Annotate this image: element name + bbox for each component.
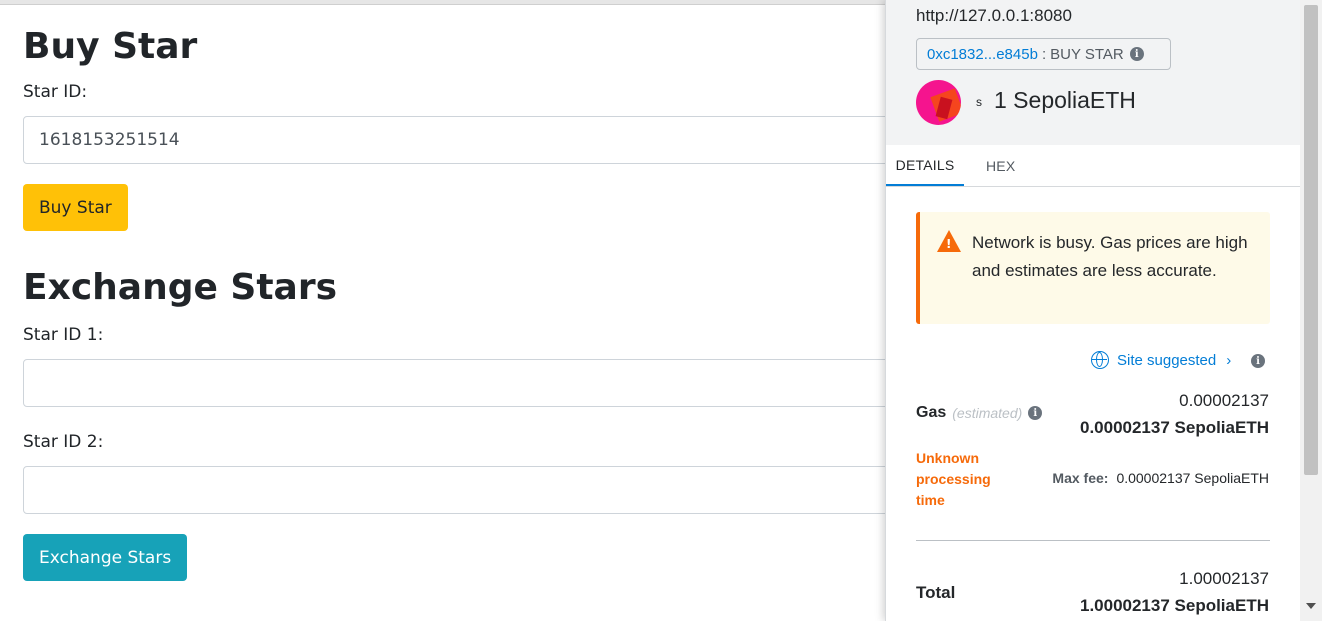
method-name: BUY STAR	[1050, 45, 1124, 63]
gas-row-label: Gas (estimated) i	[916, 404, 1043, 422]
scrollbar-thumb[interactable]	[1304, 5, 1318, 475]
tab-details[interactable]: DETAILS	[886, 145, 964, 186]
transaction-amount: 1 SepoliaETH	[994, 87, 1136, 113]
globe-icon	[1091, 351, 1109, 369]
scroll-down-arrow-icon[interactable]	[1306, 603, 1316, 609]
max-fee-label: Max fee:	[1052, 470, 1109, 486]
network-busy-alert: ! Network is busy. Gas prices are high a…	[916, 212, 1270, 324]
buy-star-heading: Buy Star	[23, 26, 198, 67]
site-suggested-link[interactable]: Site suggested ›	[1091, 351, 1231, 369]
metamask-popup: http://127.0.0.1:8080 0xc1832...e845b : …	[885, 0, 1322, 621]
buy-star-button[interactable]: Buy Star	[23, 184, 128, 231]
gas-label: Gas	[916, 404, 947, 421]
divider	[916, 540, 1270, 541]
info-icon[interactable]: i	[1028, 406, 1043, 420]
warning-exclamation: !	[946, 237, 952, 251]
star-id-2-input[interactable]	[23, 466, 923, 514]
tab-hex[interactable]: HEX	[986, 145, 1015, 186]
gas-value-with-unit: 0.00002137 SepoliaETH	[1079, 418, 1269, 437]
star-id-label: Star ID:	[23, 82, 88, 102]
max-fee-row: Max fee: 0.00002137 SepoliaETH	[1052, 470, 1269, 486]
popup-scrollbar[interactable]	[1300, 0, 1322, 621]
star-id-1-input[interactable]	[23, 359, 923, 407]
gas-estimated-label: (estimated)	[952, 405, 1023, 421]
popup-header: http://127.0.0.1:8080 0xc1832...e845b : …	[886, 0, 1300, 145]
contract-address-link[interactable]: 0xc1832...e845b	[927, 46, 1038, 63]
star-id-1-label: Star ID 1:	[23, 325, 104, 345]
pill-separator: :	[1041, 45, 1047, 63]
site-origin: http://127.0.0.1:8080	[916, 6, 1072, 25]
processing-time-status: Unknown processing time	[916, 450, 991, 508]
info-icon[interactable]: i	[1129, 47, 1144, 61]
account-avatar	[916, 80, 961, 125]
total-value-with-unit: 1.00002137 SepoliaETH	[1079, 596, 1269, 615]
exchange-stars-heading: Exchange Stars	[23, 267, 338, 308]
max-fee-value: 0.00002137 SepoliaETH	[1116, 470, 1269, 486]
total-label: Total	[916, 583, 956, 602]
total-value: 1.00002137	[1179, 569, 1269, 588]
tab-bar: DETAILS HEX	[886, 145, 1300, 187]
star-id-2-label: Star ID 2:	[23, 432, 104, 452]
star-id-input[interactable]	[23, 116, 923, 164]
alert-message: Network is busy. Gas prices are high and…	[972, 233, 1248, 280]
site-suggested-label: Site suggested	[1117, 351, 1217, 369]
exchange-stars-button[interactable]: Exchange Stars	[23, 534, 188, 581]
chevron-right-icon: ›	[1226, 351, 1232, 369]
contract-method-pill[interactable]: 0xc1832...e845b : BUY STAR i	[916, 38, 1171, 70]
gas-value: 0.00002137	[1179, 391, 1269, 410]
currency-prefix: s	[976, 95, 982, 109]
info-icon[interactable]: i	[1251, 354, 1265, 368]
